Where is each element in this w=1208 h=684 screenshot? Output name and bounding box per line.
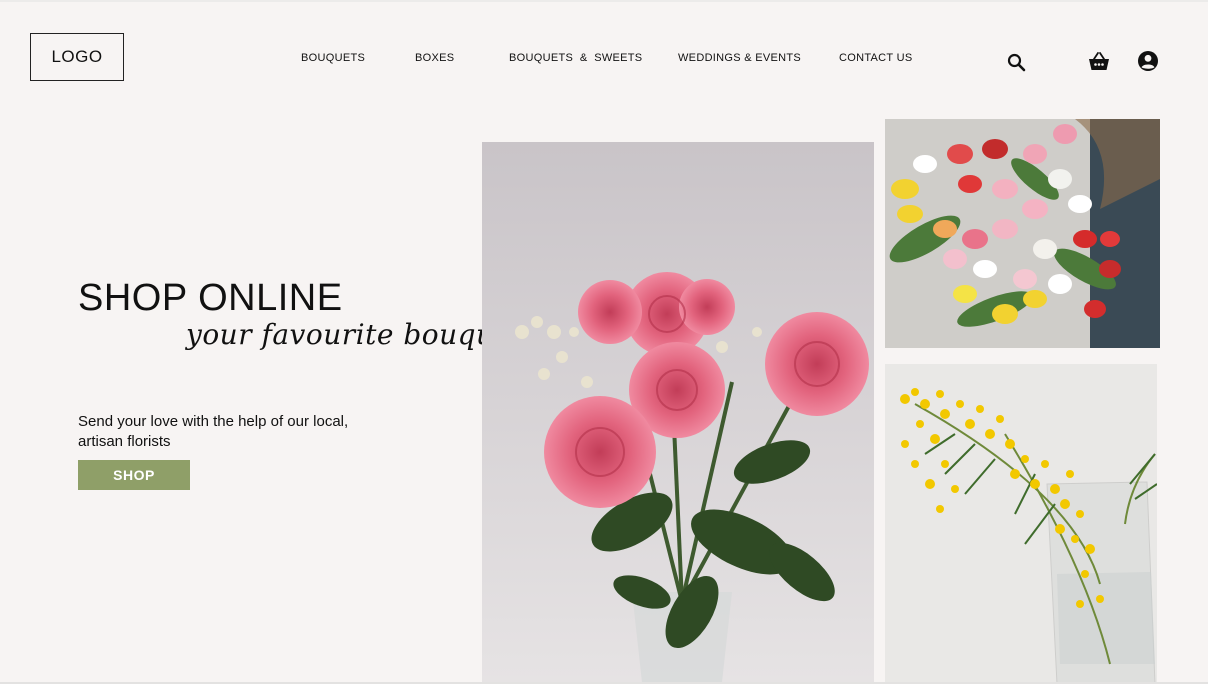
shop-button[interactable]: SHOP <box>78 460 190 490</box>
pink-roses-image <box>482 142 874 682</box>
logo[interactable]: LOGO <box>30 33 124 81</box>
hero-description-line-1: Send your love with the help of our loca… <box>78 413 349 430</box>
nav-item-weddings-events[interactable]: WEDDINGS & EVENTS <box>678 52 801 64</box>
tulips-image <box>885 119 1160 348</box>
nav-item-bouquets-sweets[interactable]: BOUQUETS & SWEETS <box>509 52 642 64</box>
hero-title: SHOP ONLINE <box>78 277 343 319</box>
hero-description: Send your love with the help of our loca… <box>78 412 378 452</box>
hero-description-line-2: artisan florists <box>78 433 171 450</box>
search-icon[interactable] <box>1006 52 1028 79</box>
top-border <box>0 0 1208 2</box>
user-account-icon[interactable] <box>1137 50 1159 77</box>
nav-item-boxes[interactable]: BOXES <box>415 52 454 64</box>
nav-item-contact-us[interactable]: CONTACT US <box>839 52 913 64</box>
nav-item-bouquets[interactable]: BOUQUETS <box>301 52 365 64</box>
mimosa-image <box>885 364 1157 684</box>
basket-icon[interactable] <box>1087 50 1111 77</box>
